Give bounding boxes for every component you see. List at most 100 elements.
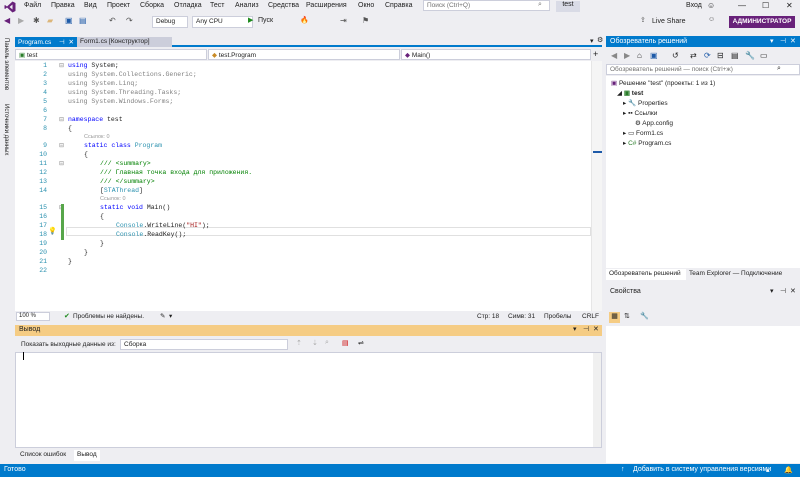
collapsed-icon[interactable]: ▸ (623, 110, 626, 117)
column-indicator[interactable]: Симв: 31 (508, 313, 535, 320)
fire-icon[interactable]: 🔥 (300, 16, 309, 24)
start-button[interactable]: Пуск (258, 17, 273, 24)
menu-window[interactable]: Окно (358, 2, 374, 9)
preview-icon[interactable]: ▭ (760, 51, 768, 60)
tree-item-program[interactable]: ▸ C# Program.cs (623, 139, 671, 147)
home-icon[interactable]: ⌂ (637, 51, 642, 60)
back-icon[interactable]: ◀ (4, 16, 10, 25)
collapsed-icon[interactable]: ▸ (623, 140, 626, 147)
codelens-references[interactable]: Ссылок: 0 (100, 196, 126, 202)
line-ending-indicator[interactable]: CRLF (582, 313, 599, 320)
pin-icon[interactable]: ⊣ (59, 39, 65, 46)
tab-team-explorer[interactable]: Team Explorer — Подключение (686, 269, 796, 280)
brush-icon[interactable]: ✎ (160, 312, 165, 320)
search-icon[interactable]: ⌕ (777, 65, 781, 73)
goto-next-icon[interactable]: ⇣ (312, 339, 318, 347)
class-dropdown[interactable]: ◆ test.Program (208, 49, 400, 60)
project-dropdown[interactable]: ▣ test (15, 49, 207, 60)
codelens-references[interactable]: Ссылок: 0 (84, 134, 110, 140)
close-icon[interactable]: ✕ (790, 37, 796, 45)
collapse-icon[interactable]: ⊟ (59, 142, 64, 149)
forward-icon[interactable]: ▶ (18, 16, 24, 25)
menu-debug[interactable]: Отладка (174, 2, 202, 9)
collapse-icon[interactable]: ⊟ (59, 160, 64, 167)
close-tab-icon[interactable]: ✕ (69, 39, 74, 46)
sync-icon[interactable]: ⇄ (690, 51, 697, 60)
problems-status[interactable]: Проблемы не найдены. (73, 313, 144, 320)
play-icon[interactable]: ▶ (248, 16, 253, 24)
menu-tools[interactable]: Средства (268, 2, 299, 9)
categorized-icon[interactable]: ▦ (609, 312, 620, 323)
tree-item-references[interactable]: ▸ ▪▪ Ссылки (623, 109, 657, 117)
line-indicator[interactable]: Стр: 18 (477, 313, 499, 320)
output-source-dropdown[interactable]: Сборка (120, 339, 288, 350)
menu-extensions[interactable]: Расширения (306, 2, 347, 9)
maximize-icon[interactable]: ☐ (762, 1, 769, 10)
redo-icon[interactable]: ↷ (126, 16, 133, 25)
menu-test[interactable]: Тест (210, 2, 224, 9)
word-wrap-icon[interactable]: ⇌ (358, 339, 364, 347)
tab-output[interactable]: Вывод (74, 450, 100, 461)
close-icon[interactable]: ✕ (593, 325, 599, 333)
search-input[interactable]: Поиск (Ctrl+Q) (423, 0, 550, 11)
solution-node[interactable]: ▣ Решение "test" (проекты: 1 из 1) (611, 79, 715, 87)
whitespace-indicator[interactable]: Пробелы (544, 313, 571, 320)
tab-error-list[interactable]: Список ошибок (17, 450, 74, 461)
chevron-down-icon[interactable]: ▾ (573, 325, 577, 333)
chevron-down-icon[interactable]: ▾ (770, 37, 774, 45)
collapsed-icon[interactable]: ▸ (623, 130, 626, 137)
platform-dropdown[interactable]: Any CPU (192, 16, 253, 28)
chevron-down-icon[interactable]: ▾ (770, 287, 774, 295)
solution-search-input[interactable]: Обозреватель решений — поиск (Ctrl+ж) (606, 64, 800, 75)
tree-item-properties[interactable]: ▸ 🔧 Properties (623, 99, 668, 107)
tab-program-cs[interactable]: Program.cs ⊣ ✕ (15, 37, 77, 47)
back-icon[interactable]: ◀ (611, 51, 617, 60)
tab-form1-designer[interactable]: Form1.cs [Конструктор] (77, 37, 172, 47)
properties-icon[interactable]: 🔧 (745, 51, 755, 60)
chevron-down-icon[interactable]: ▾ (169, 312, 172, 320)
collapse-all-icon[interactable]: ⊟ (717, 51, 724, 60)
menu-build[interactable]: Сборка (140, 2, 164, 9)
step-icon[interactable]: ⇥ (340, 16, 347, 25)
refresh-icon[interactable]: ⟳ (704, 51, 711, 60)
live-share-icon[interactable]: ⇪ (640, 16, 646, 24)
undo-icon[interactable]: ↶ (109, 16, 116, 25)
open-folder-icon[interactable]: ▰ (47, 16, 53, 25)
menu-project[interactable]: Проект (107, 2, 130, 9)
find-icon[interactable]: ⌕ (325, 339, 329, 347)
output-text-area[interactable] (15, 352, 602, 448)
collapse-icon[interactable]: ⊟ (59, 62, 64, 69)
pin-icon[interactable]: ⊣ (780, 37, 786, 45)
toolbox-tab[interactable]: Панель элементов (3, 38, 9, 90)
new-project-icon[interactable]: ✱ (33, 16, 40, 25)
lightbulb-icon[interactable]: 💡 (48, 227, 57, 235)
menu-analyze[interactable]: Анализ (235, 2, 259, 9)
save-all-icon[interactable]: ▤ (79, 16, 87, 25)
history-icon[interactable]: ↺ (672, 51, 679, 60)
configuration-dropdown[interactable]: Debug (152, 16, 188, 28)
project-node[interactable]: ◢ ▣ test (617, 89, 643, 97)
show-all-files-icon[interactable]: ▤ (731, 51, 739, 60)
tab-solution-explorer[interactable]: Обозреватель решений (606, 269, 686, 280)
split-icon[interactable]: + (593, 49, 598, 59)
bookmark-icon[interactable]: ⚑ (362, 16, 369, 25)
close-icon[interactable]: ✕ (790, 287, 796, 295)
collapse-icon[interactable]: ⊟ (59, 116, 64, 123)
account-icon[interactable]: ☺ (707, 1, 715, 10)
tab-dropdown-icon[interactable]: ▾ (590, 37, 594, 45)
live-share-button[interactable]: Live Share (652, 18, 685, 25)
switch-views-icon[interactable]: ▣ (650, 51, 658, 60)
tree-item-app-config[interactable]: ⚙ App.config (635, 119, 673, 127)
member-dropdown[interactable]: ◆ Main() (401, 49, 591, 60)
notifications-icon[interactable]: 🔔 (784, 466, 793, 474)
sign-in-link[interactable]: Вход (686, 2, 702, 9)
menu-help[interactable]: Справка (385, 2, 412, 9)
editor-scrollbar[interactable] (591, 61, 602, 311)
add-to-source-control[interactable]: Добавить в систему управления версиями (633, 466, 771, 473)
collapsed-icon[interactable]: ▸ (623, 100, 626, 107)
tree-item-form1[interactable]: ▸ ▭ Form1.cs (623, 129, 663, 137)
menu-file[interactable]: Файл (24, 2, 41, 9)
pin-icon[interactable]: ⊣ (780, 287, 786, 295)
forward-icon[interactable]: ▶ (624, 51, 630, 60)
settings-icon[interactable]: ⚙ (597, 36, 603, 44)
